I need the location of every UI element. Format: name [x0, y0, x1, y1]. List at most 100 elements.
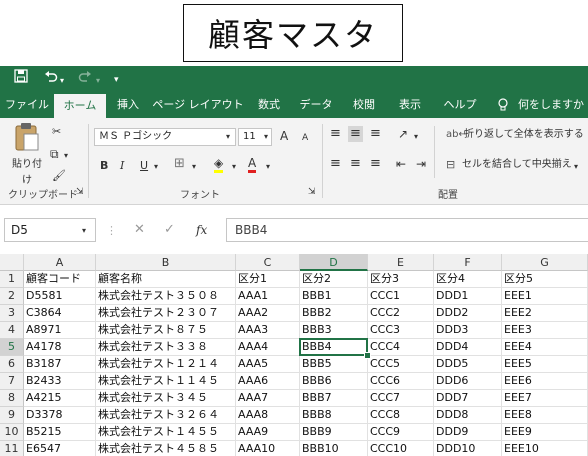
cell-d7[interactable]: BBB6: [300, 373, 368, 390]
save-icon[interactable]: [14, 69, 28, 90]
cell-a10[interactable]: B5215: [24, 424, 96, 441]
tab-home[interactable]: ホーム: [54, 94, 106, 118]
cell-d4[interactable]: BBB3: [300, 322, 368, 339]
fill-color-dropdown-icon[interactable]: ▾: [232, 159, 236, 175]
cell-e11[interactable]: CCC10: [368, 441, 434, 456]
enter-icon[interactable]: ✓: [164, 222, 175, 238]
cell-f6[interactable]: DDD5: [434, 356, 502, 373]
cell-b8[interactable]: 株式会社テスト３４５: [96, 390, 236, 407]
cell-e8[interactable]: CCC7: [368, 390, 434, 407]
borders-dropdown-icon[interactable]: ▾: [192, 159, 196, 175]
cell-e1[interactable]: 区分3: [368, 271, 434, 288]
cell-g6[interactable]: EEE5: [502, 356, 588, 373]
cell-f11[interactable]: DDD10: [434, 441, 502, 456]
cell-a5[interactable]: A4178: [24, 339, 96, 356]
cell-e7[interactable]: CCC6: [368, 373, 434, 390]
row-header-8[interactable]: 8: [0, 390, 24, 407]
tab-page-layout[interactable]: ページ レイアウト: [152, 92, 244, 118]
grow-font-button[interactable]: A: [280, 128, 288, 144]
cell-a1[interactable]: 顧客コード: [24, 271, 96, 288]
tab-formulas[interactable]: 数式: [250, 92, 288, 118]
shrink-font-button[interactable]: A: [302, 130, 308, 146]
undo-icon[interactable]: [44, 69, 58, 90]
tell-me-search[interactable]: 何をしますか: [518, 92, 588, 118]
font-name-select[interactable]: ＭＳ Ｐゴシック: [94, 128, 236, 146]
cell-g3[interactable]: EEE2: [502, 305, 588, 322]
merge-icon[interactable]: ⊟: [446, 157, 455, 173]
cell-a9[interactable]: D3378: [24, 407, 96, 424]
cell-a8[interactable]: A4215: [24, 390, 96, 407]
cell-b5[interactable]: 株式会社テスト３３８: [96, 339, 236, 356]
cell-b10[interactable]: 株式会社テスト１４５５: [96, 424, 236, 441]
row-header-6[interactable]: 6: [0, 356, 24, 373]
customize-qat-icon[interactable]: ▾: [114, 70, 119, 90]
row-header-2[interactable]: 2: [0, 288, 24, 305]
borders-icon[interactable]: ⊞: [174, 156, 185, 172]
cell-f3[interactable]: DDD2: [434, 305, 502, 322]
font-size-dropdown-icon[interactable]: ▾: [264, 129, 268, 145]
cell-g1[interactable]: 区分5: [502, 271, 588, 288]
align-bottom-icon[interactable]: ≡: [370, 126, 381, 142]
formula-input[interactable]: BBB4: [226, 218, 588, 242]
cell-f2[interactable]: DDD1: [434, 288, 502, 305]
cell-c9[interactable]: AAA8: [236, 407, 300, 424]
row-header-3[interactable]: 3: [0, 305, 24, 322]
name-box-dropdown-icon[interactable]: ▾: [82, 223, 86, 239]
row-header-1[interactable]: 1: [0, 271, 24, 288]
cell-b1[interactable]: 顧客名称: [96, 271, 236, 288]
align-top-icon[interactable]: ≡: [330, 126, 341, 142]
cell-b2[interactable]: 株式会社テスト３５０８: [96, 288, 236, 305]
cell-g8[interactable]: EEE7: [502, 390, 588, 407]
cell-c7[interactable]: AAA6: [236, 373, 300, 390]
cell-g11[interactable]: EEE10: [502, 441, 588, 456]
lightbulb-icon[interactable]: [494, 92, 512, 118]
row-header-11[interactable]: 11: [0, 441, 24, 456]
clipboard-launcher-icon[interactable]: ⇲: [76, 184, 84, 200]
cell-c3[interactable]: AAA2: [236, 305, 300, 322]
orientation-dropdown-icon[interactable]: ▾: [414, 129, 418, 145]
cell-c5[interactable]: AAA4: [236, 339, 300, 356]
cell-b6[interactable]: 株式会社テスト１２１４: [96, 356, 236, 373]
merge-center-button[interactable]: セルを結合して中央揃え: [462, 157, 572, 173]
cell-e4[interactable]: CCC3: [368, 322, 434, 339]
undo-dropdown-icon[interactable]: ▾: [60, 71, 64, 91]
cell-g9[interactable]: EEE8: [502, 407, 588, 424]
tab-review[interactable]: 校閲: [344, 92, 384, 118]
format-painter-icon[interactable]: 🖌: [52, 168, 66, 184]
column-header-b[interactable]: B: [96, 254, 236, 271]
column-header-a[interactable]: A: [24, 254, 96, 271]
cell-c4[interactable]: AAA3: [236, 322, 300, 339]
worksheet-grid[interactable]: A B C D E F G 1 顧客コード 顧客名称 区分1 区分2 区分3 区分4 区分5 2 D5581 株式…: [0, 254, 588, 456]
cell-d10[interactable]: BBB9: [300, 424, 368, 441]
cell-d5[interactable]: BBB4: [300, 339, 368, 356]
bold-button[interactable]: B: [100, 158, 108, 174]
cell-e6[interactable]: CCC5: [368, 356, 434, 373]
cell-g4[interactable]: EEE3: [502, 322, 588, 339]
align-left-icon[interactable]: ≡: [330, 156, 341, 172]
cell-a11[interactable]: E6547: [24, 441, 96, 456]
cell-c6[interactable]: AAA5: [236, 356, 300, 373]
cell-a7[interactable]: B2433: [24, 373, 96, 390]
cell-d9[interactable]: BBB8: [300, 407, 368, 424]
cancel-icon[interactable]: ✕: [134, 222, 145, 238]
cell-f7[interactable]: DDD6: [434, 373, 502, 390]
align-center-icon[interactable]: ≡: [350, 156, 361, 172]
tab-data[interactable]: データ: [294, 92, 338, 118]
cell-e2[interactable]: CCC1: [368, 288, 434, 305]
copy-dropdown-icon[interactable]: ▾: [64, 148, 68, 164]
column-header-c[interactable]: C: [236, 254, 300, 271]
cut-icon[interactable]: ✂: [52, 124, 61, 140]
cell-b4[interactable]: 株式会社テスト８７５: [96, 322, 236, 339]
cell-a6[interactable]: B3187: [24, 356, 96, 373]
column-header-d[interactable]: D: [300, 254, 368, 271]
column-header-f[interactable]: F: [434, 254, 502, 271]
fill-color-icon[interactable]: ◈: [214, 156, 224, 173]
font-name-dropdown-icon[interactable]: ▾: [226, 129, 230, 145]
row-header-10[interactable]: 10: [0, 424, 24, 441]
underline-dropdown-icon[interactable]: ▾: [154, 159, 158, 175]
wrap-text-button[interactable]: 折り返して全体を表示する: [464, 127, 584, 143]
cell-a2[interactable]: D5581: [24, 288, 96, 305]
tab-insert[interactable]: 挿入: [110, 92, 146, 118]
cell-a4[interactable]: A8971: [24, 322, 96, 339]
font-color-button[interactable]: A: [248, 156, 257, 173]
